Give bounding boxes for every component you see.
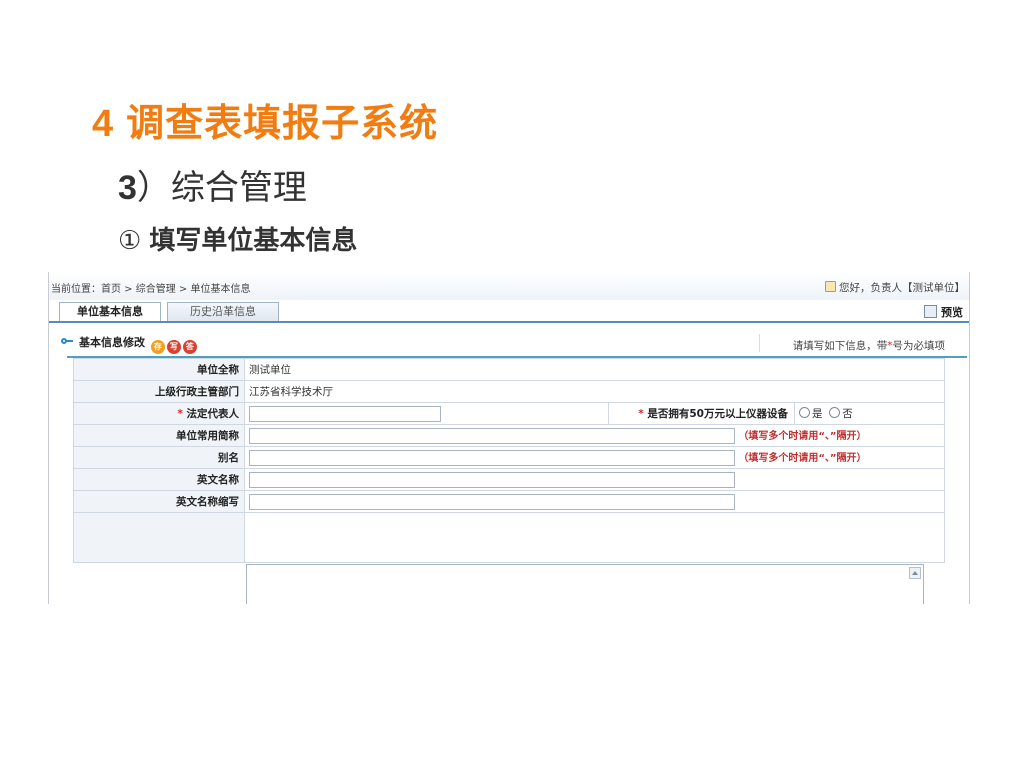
- dept-value: 江苏省科学技术厅: [244, 380, 945, 403]
- write-button[interactable]: 写: [166, 340, 181, 354]
- dept-label: 上级行政主管部门: [73, 380, 245, 403]
- equip-no-label: 否: [842, 408, 853, 420]
- app-screenshot: 当前位置：首页 > 综合管理 > 单位基本信息 您好，负责人【测试单位】 单位基…: [48, 272, 970, 604]
- equip-yes-radio[interactable]: [799, 407, 810, 418]
- form-row-legal-rep: * 法定代表人 * 是否拥有50万元以上仪器设备 是 否: [73, 402, 945, 425]
- form-row-dept: 上级行政主管部门 江苏省科学技术厅: [73, 380, 945, 403]
- form-row-en-name: 英文名称: [73, 468, 945, 491]
- answer-button[interactable]: 答: [182, 340, 197, 354]
- legal-rep-required-star: *: [177, 408, 183, 420]
- equip-no-radio[interactable]: [829, 407, 841, 418]
- slide-title: 4 调查表填报子系统: [92, 92, 438, 147]
- scroll-up-icon[interactable]: [909, 567, 921, 579]
- equip-required-star: *: [638, 408, 644, 420]
- slide-subtitle: 3）综合管理: [118, 160, 307, 209]
- en-name-input[interactable]: [249, 471, 735, 488]
- equip-label: 是否拥有50万元以上仪器设备: [647, 408, 788, 420]
- form-row-en-abbr: 英文名称缩写: [73, 490, 945, 513]
- slide-title-number: 4: [92, 103, 115, 145]
- legal-rep-cell: [244, 402, 609, 425]
- form-row-textarea: [73, 512, 945, 563]
- en-abbr-cell: [244, 490, 945, 513]
- equip-options: 是 否: [794, 402, 945, 425]
- tab-divider: [49, 321, 969, 323]
- short-name-hint: （填写多个时请用“、”隔开）: [738, 431, 867, 442]
- short-name-input[interactable]: [249, 428, 735, 444]
- info-form: 单位全称 测试单位 上级行政主管部门 江苏省科学技术厅 * 法定代表人 * 是否…: [73, 358, 945, 563]
- slide-subtitle-number: 3: [118, 169, 137, 207]
- equip-yes-label: 是: [812, 408, 823, 420]
- legal-rep-input[interactable]: [249, 405, 441, 422]
- alias-cell: （填写多个时请用“、”隔开）: [244, 446, 945, 469]
- welcome-message: 您好，负责人【测试单位】: [825, 280, 965, 295]
- welcome-text: 您好，负责人【测试单位】: [839, 282, 965, 294]
- alias-hint: （填写多个时请用“、”隔开）: [738, 453, 867, 464]
- preview-label: 预览: [941, 306, 963, 319]
- slide-step-text: 填写单位基本信息: [149, 226, 358, 256]
- slide-title-text: 调查表填报子系统: [126, 101, 439, 145]
- alias-label: 别名: [73, 446, 245, 469]
- textarea-label-cell: [73, 512, 245, 563]
- form-row-short-name: 单位常用简称 （填写多个时请用“、”隔开）: [73, 424, 945, 447]
- form-row-alias: 别名 （填写多个时请用“、”隔开）: [73, 446, 945, 469]
- section-header: 基本信息修改 存写答: [61, 334, 197, 354]
- instruction-suffix: 号为必填项: [892, 340, 946, 352]
- full-name-value: 测试单位: [244, 358, 945, 381]
- save-button[interactable]: 存: [150, 340, 165, 354]
- full-name-label: 单位全称: [73, 358, 245, 381]
- en-abbr-label: 英文名称缩写: [73, 490, 245, 513]
- instruction-divider: [759, 334, 760, 352]
- slide-subtitle-text: ）综合管理: [136, 168, 307, 208]
- slide-step: ① 填写单位基本信息: [118, 220, 357, 257]
- instruction-prefix: 请填写如下信息，带: [792, 340, 888, 352]
- en-name-cell: [244, 468, 945, 491]
- instruction-text: 请填写如下信息，带*号为必填项: [793, 338, 945, 353]
- tab-history[interactable]: 历史沿革信息: [167, 302, 279, 321]
- slide-step-marker: ①: [118, 226, 142, 256]
- legal-rep-label: 法定代表人: [186, 408, 240, 420]
- top-bar: 当前位置：首页 > 综合管理 > 单位基本信息 您好，负责人【测试单位】: [49, 272, 969, 300]
- short-name-cell: （填写多个时请用“、”隔开）: [244, 424, 945, 447]
- section-title: 基本信息修改: [79, 336, 145, 349]
- tab-basic-info[interactable]: 单位基本信息: [59, 302, 161, 321]
- preview-icon: [924, 305, 937, 318]
- alias-input[interactable]: [249, 450, 735, 466]
- user-icon: [825, 281, 836, 292]
- equip-label-cell: * 是否拥有50万元以上仪器设备: [608, 402, 795, 425]
- key-icon: [61, 338, 73, 346]
- legal-rep-label-cell: * 法定代表人: [73, 402, 245, 425]
- form-row-full-name: 单位全称 测试单位: [73, 358, 945, 381]
- en-abbr-input[interactable]: [249, 493, 735, 510]
- en-name-label: 英文名称: [73, 468, 245, 491]
- description-textarea[interactable]: [246, 564, 924, 604]
- short-name-label: 单位常用简称: [73, 424, 245, 447]
- preview-button[interactable]: 预览: [924, 304, 963, 320]
- breadcrumb[interactable]: 当前位置：首页 > 综合管理 > 单位基本信息: [51, 280, 250, 295]
- textarea-cell: [244, 512, 945, 563]
